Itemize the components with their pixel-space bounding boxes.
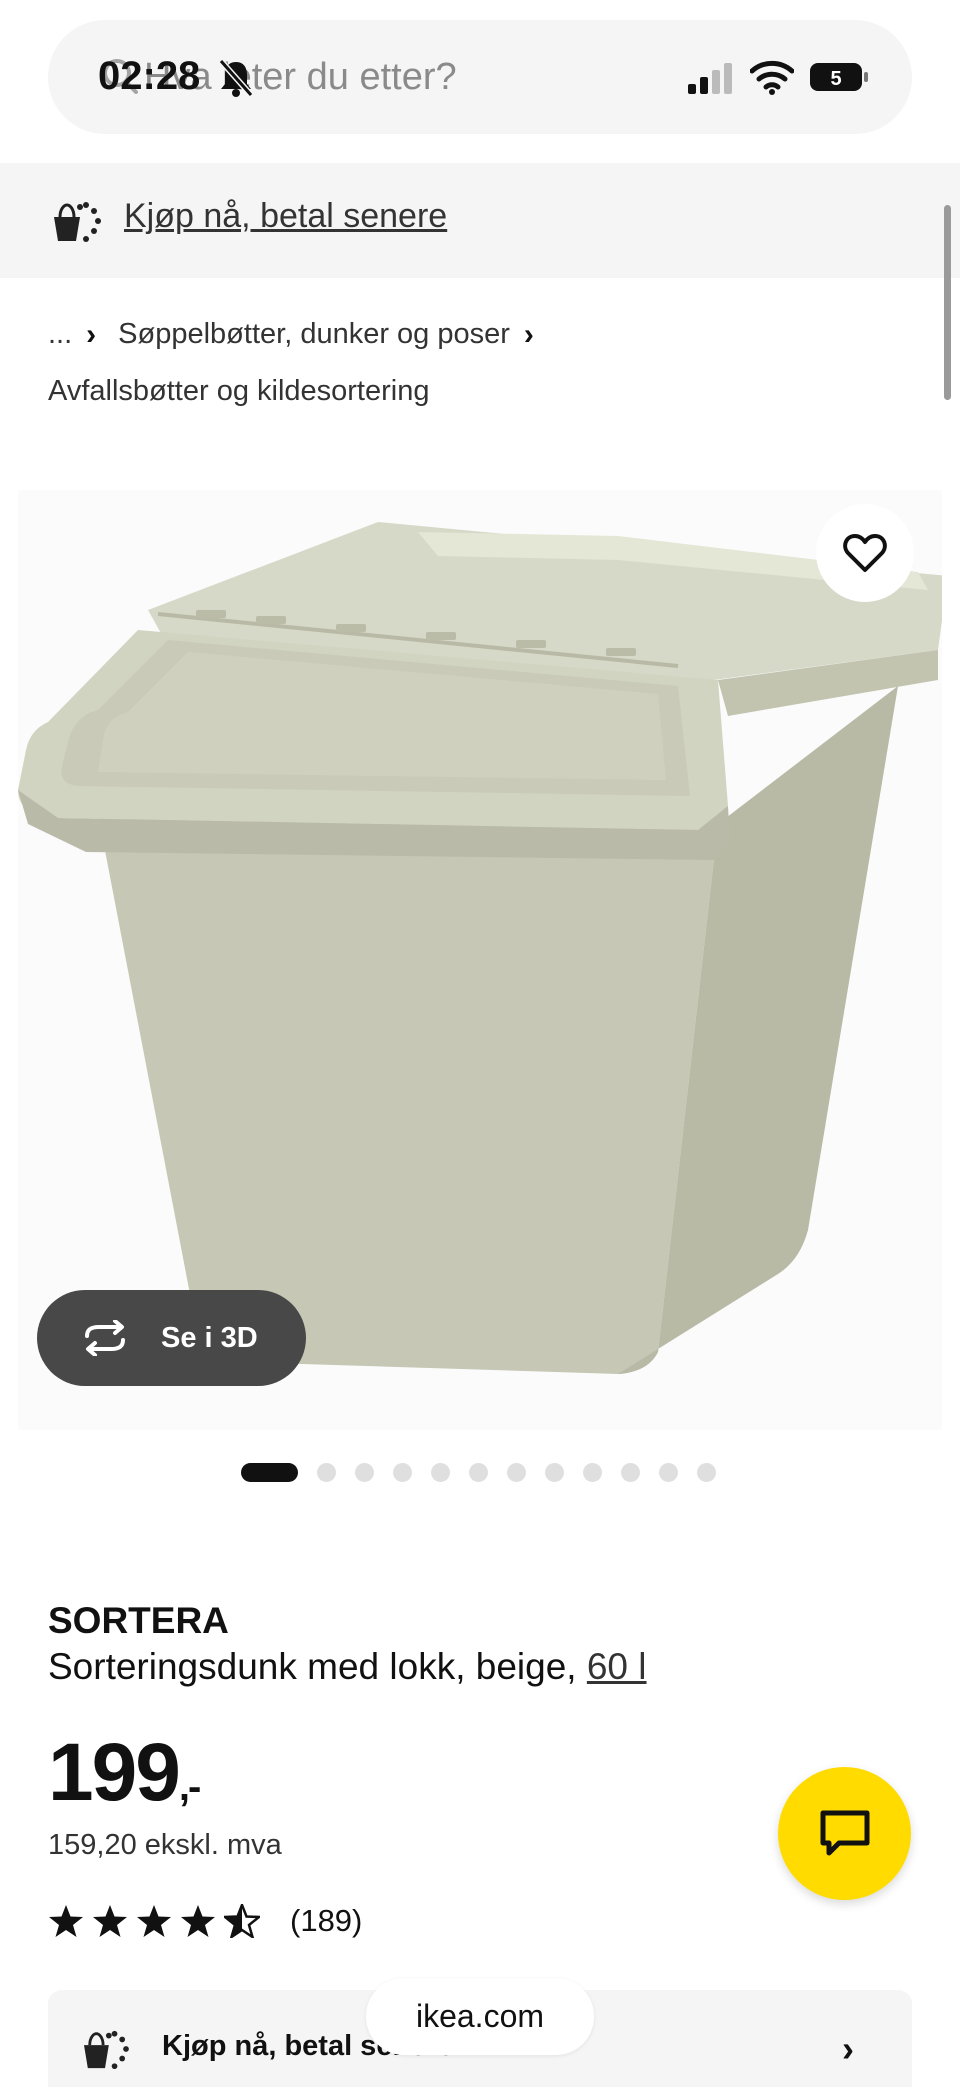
product-description-text: Sorteringsdunk med lokk, beige, bbox=[48, 1646, 577, 1687]
scrollbar[interactable] bbox=[944, 205, 951, 400]
price-suffix: ,- bbox=[178, 1765, 201, 1809]
heart-icon bbox=[843, 534, 887, 572]
status-time: 02:28 bbox=[98, 54, 201, 98]
pagination-dot[interactable] bbox=[355, 1462, 374, 1482]
pagination-dot[interactable] bbox=[317, 1462, 336, 1482]
pagination-dot[interactable] bbox=[659, 1462, 678, 1482]
pagination-dot[interactable] bbox=[697, 1462, 716, 1482]
star-icon bbox=[49, 1905, 83, 1937]
half-star-icon bbox=[224, 1904, 260, 1938]
pagination-dot-active[interactable] bbox=[241, 1462, 298, 1482]
pagination-dot[interactable] bbox=[393, 1462, 412, 1482]
chevron-right-icon: › bbox=[842, 2028, 854, 2069]
pagination-dot[interactable] bbox=[469, 1462, 488, 1482]
pagination-dot[interactable] bbox=[583, 1462, 602, 1482]
product-image[interactable] bbox=[18, 490, 948, 1430]
shopping-bag-icon bbox=[54, 202, 101, 242]
cellular-signal-icon bbox=[688, 63, 732, 94]
browser-url: ikea.com bbox=[415, 1998, 545, 2034]
pagination-dot[interactable] bbox=[621, 1462, 640, 1482]
product-brand: SORTERA bbox=[48, 1600, 229, 1641]
product-price: 199,- bbox=[48, 1726, 201, 1820]
pagination-dot[interactable] bbox=[507, 1462, 526, 1482]
price-ex-vat: 159,20 ekskl. mva bbox=[48, 1829, 282, 1861]
breadcrumb-current[interactable]: Avfallsbøtter og kildesortering bbox=[48, 363, 928, 420]
sorting-bin-illustration bbox=[18, 522, 948, 1374]
product-size-link[interactable]: 60 l bbox=[587, 1646, 647, 1687]
breadcrumb-ellipsis[interactable]: ... bbox=[48, 306, 72, 363]
rating-stars bbox=[48, 1904, 260, 1938]
shopping-bag-icon bbox=[84, 2030, 129, 2070]
rotate-icon bbox=[85, 1320, 125, 1356]
breadcrumb-category[interactable]: Søppelbøtter, dunker og poser bbox=[118, 306, 510, 363]
wifi-icon bbox=[750, 60, 794, 95]
product-description: Sorteringsdunk med lokk, beige, 60 l bbox=[48, 1646, 647, 1688]
star-icon bbox=[93, 1905, 127, 1937]
breadcrumb: ... › Søppelbøtter, dunker og poser › Av… bbox=[48, 306, 928, 420]
chevron-right-icon: › bbox=[523, 318, 534, 351]
pagination-dot[interactable] bbox=[545, 1462, 564, 1482]
star-icon bbox=[181, 1905, 215, 1937]
product-rating[interactable]: (189) bbox=[48, 1903, 362, 1939]
chevron-right-icon: › bbox=[86, 318, 97, 351]
price-value: 199 bbox=[48, 1727, 181, 1818]
paylater-link[interactable]: Kjøp nå, betal senere bbox=[124, 197, 447, 236]
svg-text:5: 5 bbox=[830, 68, 841, 90]
chat-icon bbox=[820, 1810, 869, 1855]
image-pagination bbox=[241, 1462, 716, 1482]
star-icon bbox=[137, 1905, 171, 1937]
pagination-dot[interactable] bbox=[431, 1462, 450, 1482]
rating-count: (189) bbox=[290, 1903, 363, 1938]
favorite-button[interactable] bbox=[816, 504, 914, 602]
battery-icon: 5 bbox=[810, 63, 868, 91]
view-3d-button[interactable]: Se i 3D bbox=[37, 1290, 306, 1386]
browser-url-pill[interactable]: ikea.com bbox=[366, 1978, 594, 2055]
paylater-banner[interactable]: Kjøp nå, betal senere bbox=[0, 163, 960, 278]
silent-bell-icon bbox=[218, 59, 254, 97]
view-3d-label: Se i 3D bbox=[161, 1321, 258, 1354]
chat-button[interactable] bbox=[778, 1767, 911, 1900]
